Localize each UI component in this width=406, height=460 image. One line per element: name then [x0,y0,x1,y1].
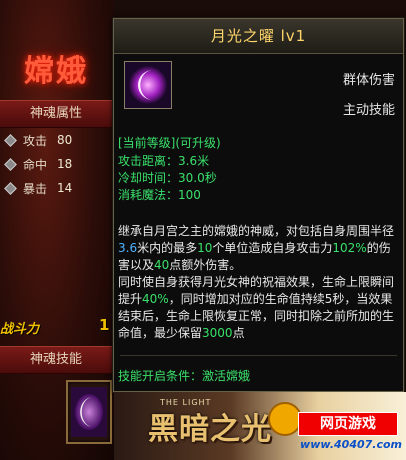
level-tag: [当前等级](可升级) [118,136,221,150]
stat-label: 冷却时间： [118,171,179,185]
skill-icon-frame [124,61,172,109]
mascot-icon [268,402,302,436]
description-paragraph-2: 同时使自身获得月光女神的祝福效果，生命上限瞬间提升40%，同时增加对应的生命值持… [118,275,395,340]
character-name: 嫦娥 [24,54,88,89]
skill-tooltip: 月光之曜 lv1 群体伤害 主动技能 [当前等级](可升级) 攻击距离：3.6米… [113,18,404,392]
combat-power-label: 战斗力 [0,322,40,337]
description-paragraph-1: 继承自月宫之主的嫦娥的神威，对包括自身周围半径3.6米内的最多10个单位造成自身… [118,224,395,272]
skill-mode: 主动技能 [342,103,395,118]
diamond-bullet-icon [4,157,17,171]
attribute-row-attack: 攻击 80 [4,128,106,152]
attribute-list: 攻击 80 命中 18 暴击 14 [4,128,106,200]
crescent-moon-icon [125,62,171,108]
game-logo: 黑暗之光 [148,412,272,447]
attribute-label: 命中 [23,157,48,172]
attribute-value: 14 [57,181,73,195]
skills-header: 神魂技能 [0,346,112,374]
stat-value: 30.0秒 [178,171,217,185]
diamond-bullet-icon [4,133,17,147]
diamond-bullet-icon [4,181,17,195]
stat-value: 3.6米 [178,154,210,168]
attribute-row-hit: 命中 18 [4,152,106,176]
skill-slot[interactable] [66,380,112,444]
attribute-value: 18 [57,157,73,171]
attribute-row-crit: 暴击 14 [4,176,106,200]
stat-range: 攻击距离：3.6米 [118,152,217,169]
attributes-header: 神魂属性 [0,100,112,128]
attribute-label: 暴击 [23,181,48,196]
site-url[interactable]: www.40407.com [300,438,402,451]
stat-label: 消耗魔法： [118,188,179,202]
unlock-condition: 技能开启条件：激活嫦娥 [118,369,251,383]
attribute-label: 攻击 [23,133,48,148]
skill-stats: 攻击距离：3.6米 冷却时间：30.0秒 消耗魔法：100 [118,152,217,203]
stat-label: 攻击距离： [118,154,179,168]
skill-title: 月光之曜 lv1 [210,27,307,45]
character-panel: 嫦娥 神魂属性 攻击 80 命中 18 暴击 14 战斗力 1 神魂技能 [0,0,114,460]
skill-type: 群体伤害 [342,73,395,88]
skill-description: 继承自月宫之主的嫦娥的神威，对包括自身周围半径3.6米内的最多10个单位造成自身… [118,223,398,342]
stat-mana: 消耗魔法：100 [118,186,217,203]
crescent-moon-icon [71,387,107,437]
site-name-badge[interactable]: 网页游戏 [298,412,398,436]
stat-value: 100 [178,188,201,202]
attribute-value: 80 [57,133,73,147]
combat-power-value: 1 [99,316,110,334]
divider [120,355,397,356]
stat-cooldown: 冷却时间：30.0秒 [118,169,217,186]
